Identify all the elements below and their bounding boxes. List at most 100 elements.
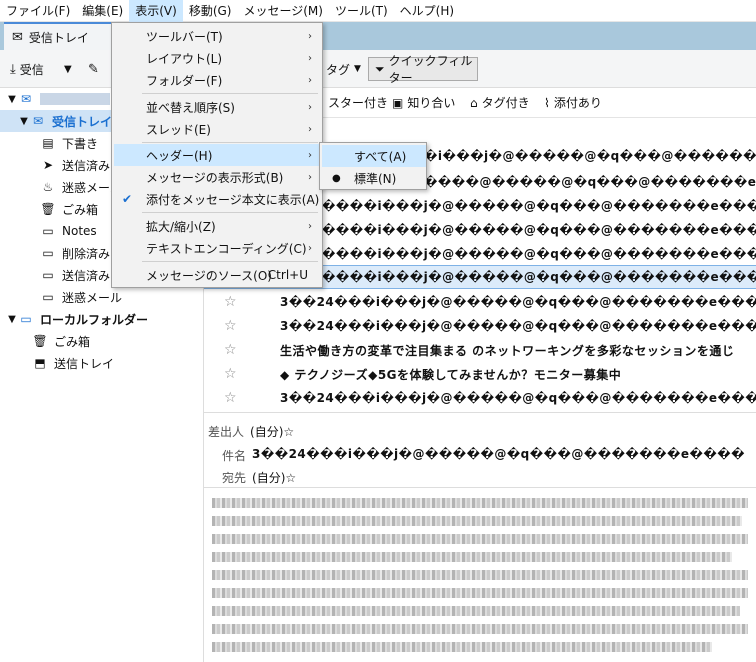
folder-icon: ▭ — [42, 224, 54, 238]
menu-item-folders[interactable]: フォルダー(F) › — [114, 69, 320, 91]
message-row[interactable]: ☆ 3��24���i���j�@�����@�q���@�������e���… — [204, 386, 756, 410]
chevron-down-icon: ▼ — [8, 93, 16, 105]
send-icon: ➤ — [42, 158, 54, 172]
menu-view[interactable]: 表示(V) — [129, 0, 183, 22]
menu-tools[interactable]: ツール(T) — [329, 0, 394, 22]
write-button[interactable]: ✎ — [88, 58, 99, 80]
tag-button[interactable]: タグ ▼ — [326, 58, 361, 80]
message-row[interactable]: ☆ 3��24���i���j�@�����@�q���@�������e���… — [204, 314, 756, 338]
account-name-redacted — [40, 93, 110, 105]
radio-dot-icon: ● — [332, 172, 341, 184]
filter-icon: ⏷ — [375, 61, 385, 76]
message-body — [204, 488, 756, 662]
menu-bar: ファイル(F) 編集(E) 表示(V) 移動(G) メッセージ(M) ツール(T… — [0, 0, 756, 22]
submenu-item-normal[interactable]: ● 標準(N) — [322, 167, 426, 189]
download-icon: ⤓ — [10, 61, 16, 77]
headers-submenu: すべて(A) ● 標準(N) — [319, 142, 427, 190]
menu-separator — [142, 212, 318, 213]
checkmark-icon: ✔ — [122, 192, 133, 206]
menu-edit[interactable]: 編集(E) — [76, 0, 129, 22]
chevron-down-icon: ▼ — [64, 63, 72, 75]
tag-icon: ⌂ — [470, 95, 478, 110]
star-icon[interactable]: ☆ — [224, 294, 238, 310]
chevron-right-icon: › — [308, 52, 312, 64]
menu-item-body-as[interactable]: メッセージの表示形式(B) › — [114, 166, 320, 188]
blurred-text-line — [212, 642, 712, 652]
header-subject: 件名 3��24���i���j�@�����@�q���@�������e��… — [222, 447, 745, 463]
blurred-text-line — [212, 516, 742, 526]
folder-junk-2[interactable]: ▭ 迷惑メール — [0, 286, 204, 308]
menu-go[interactable]: 移動(G) — [183, 0, 238, 22]
trash-icon: 🗑 — [32, 334, 48, 348]
chevron-right-icon: › — [308, 242, 312, 254]
folder-icon: ▭ — [42, 268, 54, 282]
menu-item-zoom[interactable]: 拡大/縮小(Z) › — [114, 215, 320, 237]
outbox-icon: ⬒ — [34, 356, 46, 370]
paperclip-icon: ⌇ — [544, 95, 550, 110]
message-header-pane: 差出人 (自分)☆ 件名 3��24���i���j�@�����@�q���@… — [204, 412, 756, 488]
menu-separator — [142, 142, 318, 143]
folder-local[interactable]: ▼ ▭ ローカルフォルダー — [0, 308, 204, 330]
menu-message[interactable]: メッセージ(M) — [237, 0, 328, 22]
chevron-right-icon: › — [308, 123, 312, 135]
blurred-text-line — [212, 570, 748, 580]
menu-help[interactable]: ヘルプ(H) — [394, 0, 460, 22]
menu-item-message-source[interactable]: メッセージのソース(O) Ctrl+U — [114, 264, 320, 286]
tab-inbox[interactable]: ✉ 受信トレイ — [4, 22, 112, 50]
pencil-icon: ✎ — [88, 61, 99, 77]
menu-file[interactable]: ファイル(F) — [0, 0, 76, 22]
filter-contacts[interactable]: ▣ 知り合い — [392, 94, 455, 111]
blurred-text-line — [212, 624, 748, 634]
filter-tagged[interactable]: ⌂ タグ付き — [470, 94, 530, 111]
menu-item-headers[interactable]: ヘッダー(H) › — [114, 144, 320, 166]
submenu-item-all[interactable]: すべて(A) — [322, 145, 426, 167]
chevron-down-icon: ▼ — [20, 115, 28, 127]
view-menu-dropdown: ツールバー(T) › レイアウト(L) › フォルダー(F) › 並べ替え順序(… — [111, 22, 323, 288]
flame-icon: ♨ — [42, 180, 54, 194]
folder-icon: ▭ — [42, 290, 54, 304]
chevron-down-icon: ▼ — [8, 313, 16, 325]
blurred-text-line — [212, 534, 748, 544]
header-from: 差出人 (自分)☆ — [208, 425, 295, 439]
inbox-icon: ✉ — [32, 114, 44, 128]
message-row[interactable]: ☆ 3��24���i���j�@�����@�q���@�������e���… — [204, 290, 756, 314]
filter-starred[interactable]: スター付き — [328, 94, 388, 111]
quick-filter-button[interactable]: ⏷ クイックフィルター — [368, 54, 478, 85]
menu-item-text-encoding[interactable]: テキストエンコーディング(C) › — [114, 237, 320, 259]
chevron-right-icon: › — [308, 30, 312, 42]
star-icon[interactable]: ☆ — [224, 390, 238, 406]
menu-separator — [142, 261, 318, 262]
chevron-down-icon: ▼ — [354, 64, 361, 74]
get-messages-button[interactable]: ⤓ 受信 — [10, 58, 44, 80]
message-row[interactable]: ☆ ◆ テクノジーズ◆5Gを体験してみませんか？モニター募集中 — [204, 362, 756, 386]
header-to: 宛先 (自分)☆ — [222, 471, 297, 485]
menu-item-sort[interactable]: 並べ替え順序(S) › — [114, 96, 320, 118]
mail-icon: ✉ — [12, 29, 23, 45]
menu-item-attachments-inline[interactable]: ✔ 添付をメッセージ本文に表示(A) — [114, 188, 320, 210]
filter-attachment[interactable]: ⌇ 添付あり — [544, 94, 602, 111]
message-row[interactable]: ☆ 生活や働き方の変革で注目集まる のネットワーキングを多彩なセッションを通じ — [204, 338, 756, 362]
chevron-right-icon: › — [308, 171, 312, 183]
chevron-right-icon: › — [308, 101, 312, 113]
contact-icon: ▣ — [392, 95, 404, 110]
menu-item-layout[interactable]: レイアウト(L) › — [114, 47, 320, 69]
get-messages-dropdown[interactable]: ▼ — [64, 58, 72, 80]
star-icon[interactable]: ☆ — [224, 318, 238, 334]
menu-separator — [142, 93, 318, 94]
menu-item-toolbar[interactable]: ツールバー(T) › — [114, 25, 320, 47]
folder-icon: ▭ — [42, 246, 54, 260]
folder-icon: ▭ — [20, 312, 32, 326]
menu-item-threads[interactable]: スレッド(E) › — [114, 118, 320, 140]
blurred-text-line — [212, 606, 740, 616]
chevron-right-icon: › — [308, 149, 312, 161]
chevron-right-icon: › — [308, 220, 312, 232]
folder-local-trash[interactable]: 🗑 ごみ箱 — [0, 330, 204, 352]
tab-inbox-label: 受信トレイ — [28, 30, 89, 45]
star-icon[interactable]: ☆ — [224, 366, 238, 382]
folder-outbox[interactable]: ⬒ 送信トレイ — [0, 352, 204, 374]
blurred-text-line — [212, 498, 748, 508]
trash-icon: 🗑 — [40, 202, 56, 216]
blurred-text-line — [212, 588, 748, 598]
blurred-text-line — [212, 552, 732, 562]
star-icon[interactable]: ☆ — [224, 342, 238, 358]
